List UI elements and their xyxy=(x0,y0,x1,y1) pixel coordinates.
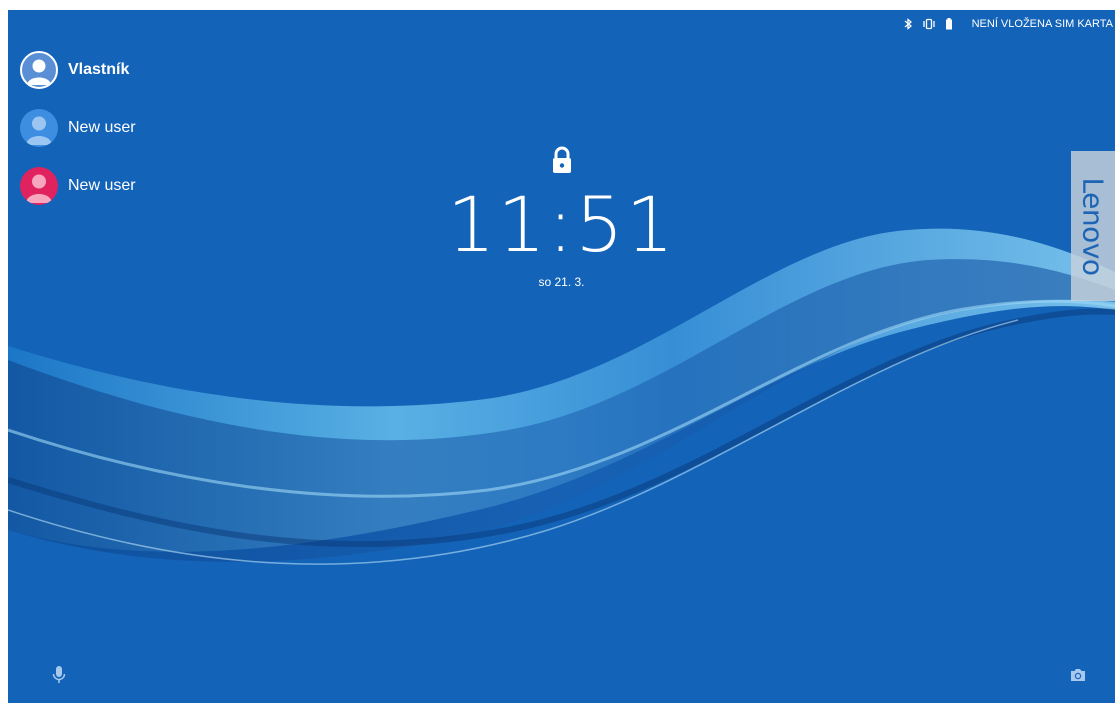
lock-icon[interactable] xyxy=(551,146,573,179)
user-item-owner[interactable]: Vlastník xyxy=(20,50,136,90)
user-name: New user xyxy=(68,119,136,136)
bluetooth-icon xyxy=(903,18,913,30)
wave-wallpaper xyxy=(8,228,1115,565)
sim-status-text: NENÍ VLOŽENA SIM KARTA xyxy=(971,18,1113,30)
vibrate-icon xyxy=(922,18,936,30)
avatar xyxy=(20,109,58,147)
microphone-icon[interactable] xyxy=(52,665,66,690)
clock-date: so 21. 3. xyxy=(538,275,585,289)
battery-icon xyxy=(945,18,953,30)
user-item-new-user-blue[interactable]: New user xyxy=(20,108,136,148)
avatar xyxy=(20,51,58,89)
user-name: Vlastník xyxy=(68,61,130,78)
brand-tab: Lenovo xyxy=(1071,151,1115,301)
status-bar: NENÍ VLOŽENA SIM KARTA xyxy=(903,10,1113,38)
camera-icon[interactable] xyxy=(1069,667,1087,688)
clock-time: 11:51 xyxy=(446,180,677,269)
lock-screen: NENÍ VLOŽENA SIM KARTA Vlastník New user… xyxy=(8,10,1115,703)
lock-clock: 11:51 so 21. 3. xyxy=(8,146,1115,289)
brand-logo: Lenovo xyxy=(1076,177,1110,275)
